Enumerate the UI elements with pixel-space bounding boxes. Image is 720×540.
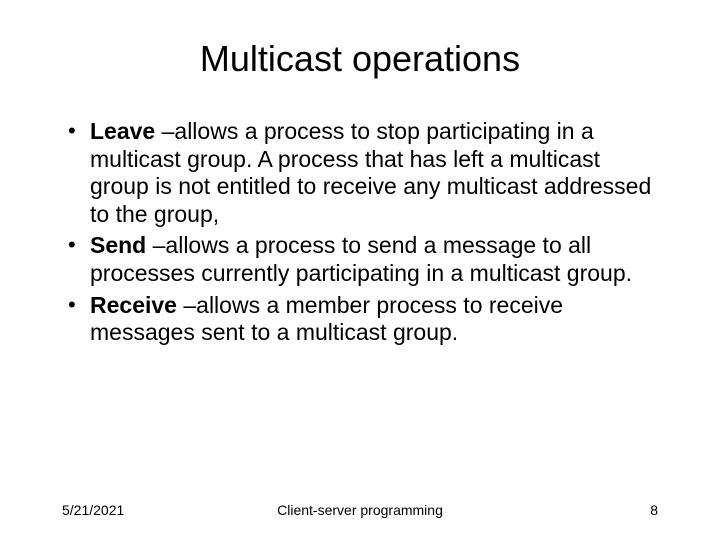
bullet-bold: Leave (90, 118, 162, 144)
footer-date: 5/21/2021 (62, 502, 124, 518)
bullet-item: Receive –allows a member process to rece… (62, 292, 658, 347)
bullet-bold: Send (90, 232, 153, 258)
footer-page: 8 (650, 502, 658, 518)
slide-footer: 5/21/2021 Client-server programming 8 (62, 502, 658, 518)
bullet-bold: Receive (90, 292, 183, 318)
slide: Multicast operations Leave –allows a pro… (0, 0, 720, 540)
slide-title: Multicast operations (62, 38, 658, 80)
footer-center: Client-server programming (277, 502, 443, 518)
slide-content: Leave –allows a process to stop particip… (62, 118, 658, 510)
bullet-item: Leave –allows a process to stop particip… (62, 118, 658, 228)
bullet-text: –allows a process to stop participating … (90, 118, 651, 227)
bullet-list: Leave –allows a process to stop particip… (62, 118, 658, 347)
bullet-text: –allows a process to send a message to a… (90, 232, 632, 286)
bullet-item: Send –allows a process to send a message… (62, 232, 658, 287)
